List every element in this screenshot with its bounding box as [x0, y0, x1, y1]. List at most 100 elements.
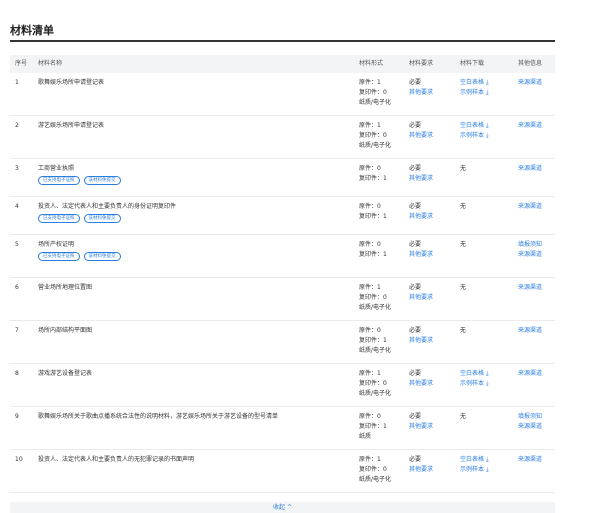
- required-label: 必要: [409, 413, 422, 420]
- material-info-cell: 来源渠道: [518, 369, 558, 379]
- material-req-cell: 必要 其他要求: [409, 202, 451, 222]
- fill-notice-link[interactable]: 填报须知: [518, 240, 558, 250]
- table-row: 2 游艺娱乐场所申请登记表 原件：1 复印件：0 纸质/电子化 必要 其他要求 空白表格 ⤓ 示例…: [10, 116, 555, 159]
- sample-link[interactable]: 示例样本 ⤓: [460, 465, 510, 475]
- material-form-cell: 原件：1 复印件：0 纸质/电子化: [359, 121, 414, 151]
- source-channel-link[interactable]: 来源渠道: [518, 78, 558, 88]
- download-link-label: 示例样本: [460, 466, 485, 473]
- material-download-cell: 无: [460, 240, 510, 250]
- other-requirements-link[interactable]: 其他要求: [409, 174, 451, 184]
- material-name: 营业场所地理位置图: [38, 284, 93, 291]
- required-label: 必要: [409, 241, 422, 248]
- download-icon: ⤓: [486, 466, 489, 473]
- material-form-line: 原件：0: [359, 165, 381, 172]
- material-download-cell: 空白表格 ⤓ 示例样本 ⤓: [460, 78, 510, 98]
- material-name-cell: 游戏游艺设备登记表: [38, 369, 358, 379]
- material-form-line: 纸质/电子化: [359, 304, 392, 311]
- material-info-cell: 来源渠道: [518, 164, 558, 174]
- source-channel-link[interactable]: 来源渠道: [518, 164, 558, 174]
- material-tag[interactable]: 已支持电子证照: [38, 252, 80, 261]
- header-form: 材料形式: [359, 60, 384, 67]
- material-name: 歌舞娱乐场所关于歌曲点播系统合法性的说明材料，游艺娱乐场所关于游艺设备的型号清单: [38, 413, 279, 420]
- material-form-line: 原件：0: [359, 327, 381, 334]
- other-requirements-link[interactable]: 其他要求: [409, 212, 451, 222]
- table-row: 5 场所产权证明 已支持电子证照 该材料免提交 原件：0 复印件：1 必要 其他要求无填报须知…: [10, 235, 555, 278]
- download-icon: ⤓: [486, 89, 489, 96]
- material-name-cell: 歌舞娱乐场所申请登记表: [38, 78, 358, 88]
- sample-link[interactable]: 示例样本 ⤓: [460, 379, 510, 389]
- material-name: 工商营业执照: [38, 165, 75, 172]
- download-none: 无: [460, 413, 467, 420]
- material-form-line: 复印件：1: [359, 213, 387, 220]
- material-form-line: 复印件：1: [359, 337, 387, 344]
- other-requirements-link[interactable]: 其他要求: [409, 293, 451, 303]
- source-channel-link[interactable]: 来源渠道: [518, 121, 558, 131]
- material-form-line: 原件：1: [359, 122, 381, 129]
- other-requirements-link[interactable]: 其他要求: [409, 88, 451, 98]
- download-icon: ⤓: [486, 79, 489, 86]
- table-row: 7 场所内部结构平面图 原件：0 复印件：1 纸质/电子化 必要 其他要求 无 来源渠道: [10, 321, 555, 364]
- sample-link[interactable]: 示例样本 ⤓: [460, 88, 510, 98]
- download-none: 无: [460, 284, 467, 291]
- material-req-cell: 必要 其他要求: [409, 240, 451, 260]
- header-idx: 序号: [15, 60, 28, 67]
- material-tag[interactable]: 该材料免提交: [83, 252, 121, 261]
- other-requirements-link[interactable]: 其他要求: [409, 131, 451, 141]
- material-info-cell: 来源渠道: [518, 78, 558, 88]
- download-none: 无: [460, 203, 467, 210]
- material-form-line: 原件：0: [359, 203, 381, 210]
- material-tag[interactable]: 已支持电子证照: [38, 176, 80, 185]
- material-download-cell: 无: [460, 283, 510, 293]
- other-requirements-link[interactable]: 其他要求: [409, 379, 451, 389]
- source-channel-link[interactable]: 来源渠道: [518, 326, 558, 336]
- source-channel-link[interactable]: 来源渠道: [518, 202, 558, 212]
- source-channel-link[interactable]: 来源渠道: [518, 250, 558, 260]
- required-label: 必要: [409, 370, 422, 377]
- download-link-label: 空白表格: [460, 79, 485, 86]
- material-download-cell: 无: [460, 412, 510, 422]
- collapse-button[interactable]: 收起 ^: [10, 502, 555, 513]
- blank-form-link[interactable]: 空白表格 ⤓: [460, 369, 510, 379]
- download-link-label: 空白表格: [460, 122, 485, 129]
- blank-form-link[interactable]: 空白表格 ⤓: [460, 455, 510, 465]
- material-name: 投资人、法定代表人和主要负责人的身份证明复印件: [38, 203, 177, 210]
- row-index: 9: [15, 413, 19, 420]
- source-channel-link[interactable]: 来源渠道: [518, 422, 558, 432]
- material-form-line: 原件：1: [359, 79, 381, 86]
- material-form-line: 纸质/电子化: [359, 476, 392, 483]
- material-req-cell: 必要 其他要求: [409, 455, 451, 475]
- source-channel-link[interactable]: 来源渠道: [518, 369, 558, 379]
- material-req-cell: 必要 其他要求: [409, 326, 451, 346]
- material-form-cell: 原件：1 复印件：0 纸质/电子化: [359, 369, 414, 399]
- source-channel-link[interactable]: 来源渠道: [518, 455, 558, 465]
- material-tag[interactable]: 该材料免提交: [83, 214, 121, 223]
- material-form-line: 复印件：0: [359, 89, 387, 96]
- download-link-label: 示例样本: [460, 380, 485, 387]
- source-channel-link[interactable]: 来源渠道: [518, 283, 558, 293]
- sample-link[interactable]: 示例样本 ⤓: [460, 131, 510, 141]
- material-tag[interactable]: 已支持电子证照: [38, 214, 80, 223]
- download-icon: ⤓: [486, 370, 489, 377]
- header-info: 其他信息: [518, 60, 543, 67]
- material-form-cell: 原件：0 复印件：1: [359, 164, 414, 184]
- other-requirements-link[interactable]: 其他要求: [409, 336, 451, 346]
- other-requirements-link[interactable]: 其他要求: [409, 422, 451, 432]
- table-row: 4 投资人、法定代表人和主要负责人的身份证明复印件 已支持电子证照 该材料免提交 原件：…: [10, 197, 555, 235]
- table-header: 序号 材料名称 材料形式 材料要求 材料下载 其他信息: [10, 55, 555, 73]
- material-tag[interactable]: 该材料免提交: [83, 176, 121, 185]
- blank-form-link[interactable]: 空白表格 ⤓: [460, 78, 510, 88]
- download-link-label: 示例样本: [460, 89, 485, 96]
- other-requirements-link[interactable]: 其他要求: [409, 250, 451, 260]
- title-underline: [10, 40, 555, 42]
- blank-form-link[interactable]: 空白表格 ⤓: [460, 121, 510, 131]
- fill-notice-link[interactable]: 填报须知: [518, 412, 558, 422]
- material-tags: 已支持电子证照 该材料免提交: [38, 214, 358, 223]
- download-icon: ⤓: [486, 122, 489, 129]
- material-form-line: 复印件：0: [359, 380, 387, 387]
- material-name: 场所内部结构平面图: [38, 327, 93, 334]
- material-form-cell: 原件：0 复印件：1 纸质: [359, 412, 414, 442]
- material-download-cell: 无: [460, 202, 510, 212]
- other-requirements-link[interactable]: 其他要求: [409, 465, 451, 475]
- table-body: 1 歌舞娱乐场所申请登记表 原件：1 复印件：0 纸质/电子化 必要 其他要求 空白表格 ⤓ 示例…: [10, 73, 555, 493]
- material-download-cell: 空白表格 ⤓ 示例样本 ⤓: [460, 369, 510, 389]
